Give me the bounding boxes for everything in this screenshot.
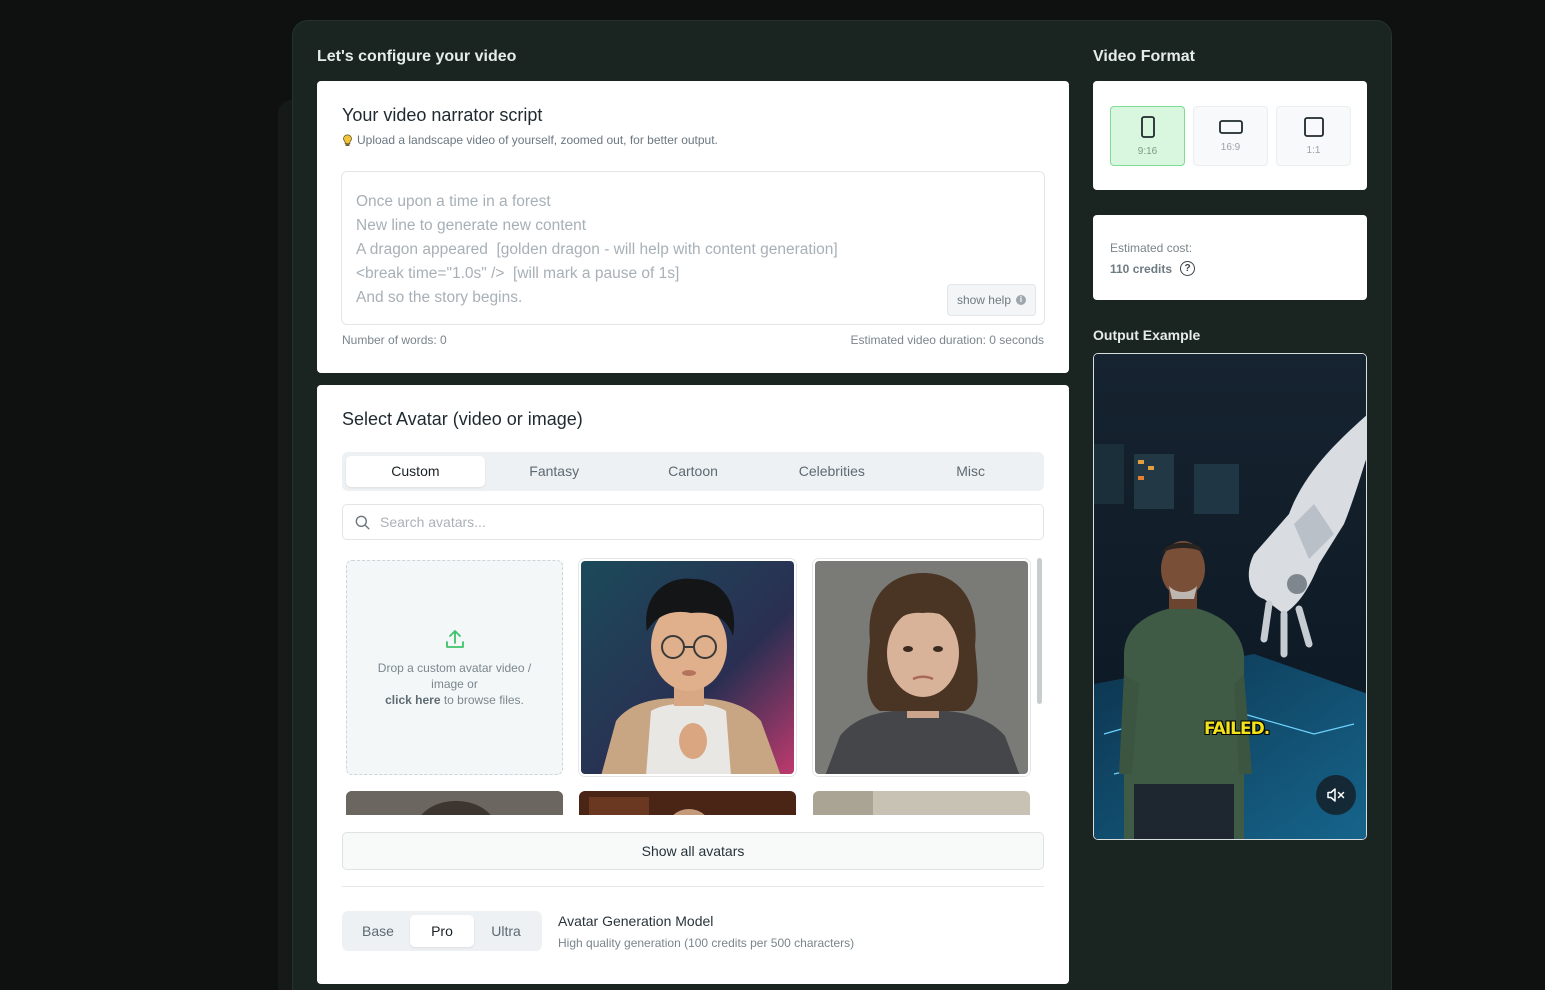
custom-avatar-dropzone[interactable]: Drop a custom avatar video / image or cl… [346, 560, 563, 775]
output-example-title: Output Example [1093, 327, 1201, 343]
script-tip-text: Upload a landscape video of yourself, zo… [357, 133, 718, 147]
avatar-image-partial [579, 791, 796, 815]
mute-button[interactable] [1316, 775, 1356, 815]
avatar-tile[interactable] [813, 791, 1030, 815]
script-card: Your video narrator script Upload a land… [317, 81, 1069, 373]
output-example-video[interactable]: FAILED. [1093, 353, 1367, 840]
script-textarea[interactable]: Once upon a time in a forest New line to… [341, 171, 1045, 325]
show-all-avatars-button[interactable]: Show all avatars [342, 832, 1044, 870]
avatar-image-man-glasses [581, 561, 794, 774]
model-title: Avatar Generation Model [558, 913, 714, 929]
cost-value: 110 credits ? [1110, 261, 1196, 276]
video-format-title: Video Format [1093, 48, 1195, 65]
cost-label: Estimated cost: [1110, 241, 1193, 255]
volume-mute-icon [1327, 788, 1345, 802]
search-icon [355, 515, 370, 530]
format-option-9-16[interactable]: 9:16 [1110, 106, 1185, 166]
model-option-base[interactable]: Base [346, 915, 410, 947]
divider [342, 886, 1044, 887]
word-count: Number of words: 0 [342, 333, 447, 347]
video-caption: FAILED. [1204, 719, 1270, 739]
avatar-tile[interactable] [346, 791, 563, 815]
video-format-card: 9:16 16:9 1:1 [1093, 81, 1367, 190]
avatar-card: Select Avatar (video or image) Custom Fa… [317, 385, 1069, 984]
avatar-category-tabs: Custom Fantasy Cartoon Celebrities Misc [342, 452, 1044, 491]
dropzone-text: Drop a custom avatar video / image or cl… [365, 660, 544, 708]
help-circle-icon[interactable]: ? [1180, 261, 1196, 276]
square-icon [1303, 116, 1324, 137]
format-label: 9:16 [1137, 145, 1158, 157]
tab-custom[interactable]: Custom [346, 456, 485, 487]
placeholder-line: And so the story begins. [356, 289, 523, 306]
info-icon: i [1016, 295, 1026, 305]
dropzone-line2: to browse files. [440, 692, 524, 707]
cost-card: Estimated cost: 110 credits ? [1093, 215, 1367, 300]
avatar-title: Select Avatar (video or image) [342, 409, 583, 429]
estimated-duration: Estimated video duration: 0 seconds [850, 333, 1044, 347]
format-label: 16:9 [1220, 141, 1241, 153]
model-description: High quality generation (100 credits per… [558, 936, 855, 950]
avatar-grid: Drop a custom avatar video / image or cl… [342, 557, 1046, 815]
avatar-tile[interactable] [813, 559, 1030, 776]
avatar-tile[interactable] [579, 559, 796, 776]
lightbulb-icon [343, 134, 352, 146]
model-option-ultra[interactable]: Ultra [474, 915, 538, 947]
avatar-image-partial [813, 791, 1030, 815]
placeholder-line: A dragon appeared [golden dragon - will … [356, 241, 838, 258]
placeholder-line: <break time="1.0s" /> [will mark a pause… [356, 265, 680, 282]
script-title: Your video narrator script [342, 105, 543, 125]
tab-cartoon[interactable]: Cartoon [624, 456, 763, 487]
avatar-image-woman [815, 561, 1028, 774]
config-title: Let's configure your video [317, 48, 517, 65]
script-tip: Upload a landscape video of yourself, zo… [342, 133, 718, 147]
model-selector: Base Pro Ultra [342, 911, 542, 951]
browse-files-link[interactable]: click here [385, 693, 440, 707]
show-help-button[interactable]: show help i [946, 284, 1036, 316]
avatar-search [342, 504, 1044, 540]
tab-misc[interactable]: Misc [901, 456, 1040, 487]
avatar-tile[interactable] [579, 791, 796, 815]
show-help-label: show help [956, 293, 1011, 307]
format-label: 1:1 [1306, 144, 1321, 156]
portrait-icon [1140, 115, 1155, 138]
dropzone-line1: Drop a custom avatar video / image or [377, 660, 532, 691]
tab-celebrities[interactable]: Celebrities [762, 456, 901, 487]
model-option-pro[interactable]: Pro [410, 915, 474, 947]
output-video-frame [1094, 354, 1366, 839]
search-input[interactable] [380, 514, 980, 530]
avatar-image-partial [346, 791, 563, 815]
cost-credits: 110 credits [1110, 261, 1173, 276]
upload-icon [445, 629, 464, 648]
placeholder-line: Once upon a time in a forest [356, 193, 551, 210]
landscape-icon [1218, 119, 1243, 134]
placeholder-line: New line to generate new content [356, 217, 587, 234]
format-option-16-9[interactable]: 16:9 [1193, 106, 1268, 166]
tab-fantasy[interactable]: Fantasy [485, 456, 624, 487]
format-option-1-1[interactable]: 1:1 [1276, 106, 1351, 166]
avatar-grid-scrollbar[interactable] [1037, 558, 1042, 704]
